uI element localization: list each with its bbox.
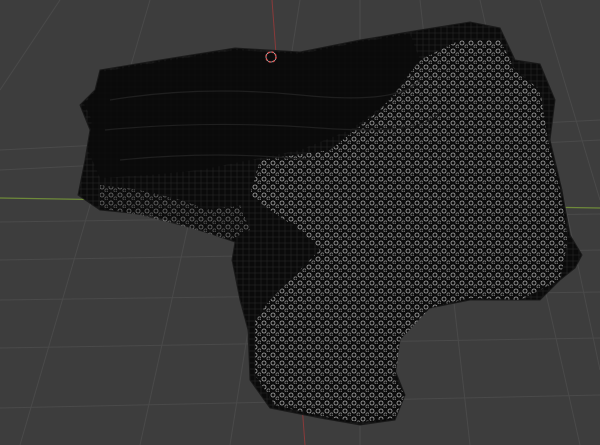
scanned-mesh-object[interactable] bbox=[77, 21, 583, 426]
3d-viewport[interactable] bbox=[0, 0, 600, 445]
viewport-canvas bbox=[0, 0, 600, 445]
